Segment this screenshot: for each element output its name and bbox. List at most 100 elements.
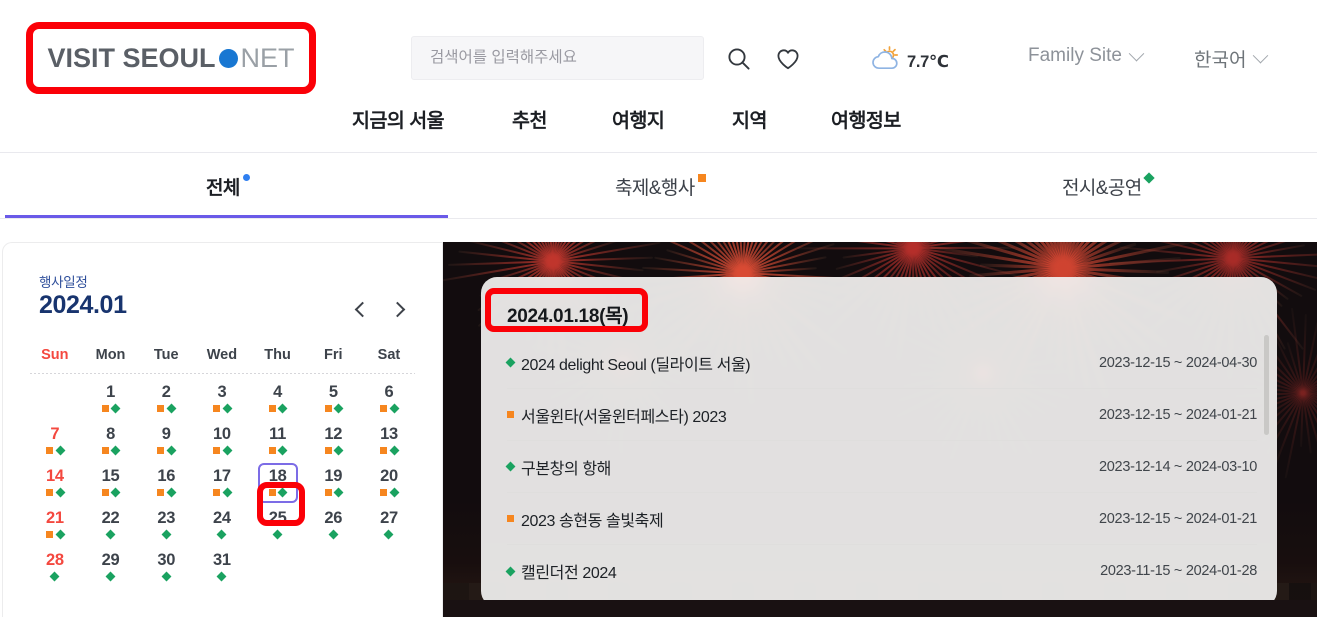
exhibition-marker-icon	[105, 571, 116, 581]
calendar-day-28[interactable]: 28	[27, 551, 83, 593]
nav-item-1[interactable]: 추천	[512, 104, 547, 133]
tab-0[interactable]: 전체	[206, 173, 250, 200]
exhibition-marker-icon	[110, 445, 121, 455]
tab-1[interactable]: 축제&행사	[615, 173, 706, 200]
calendar-day-7[interactable]: 7	[27, 425, 83, 467]
nav-item-4[interactable]: 여행정보	[831, 104, 901, 133]
calendar-day-11[interactable]: 11	[250, 425, 306, 467]
exhibition-marker-icon	[333, 487, 344, 497]
event-row[interactable]: 서울윈타(서울윈터페스타) 2023 2023-12-15 ~ 2024-01-2…	[507, 389, 1257, 441]
event-period: 2023-12-15 ~ 2024-01-21	[1099, 406, 1257, 423]
day-number: 29	[101, 551, 120, 569]
calendar-day-16[interactable]: 16	[138, 467, 194, 509]
calendar-day-empty	[250, 551, 306, 593]
partly-cloudy-icon	[870, 45, 900, 78]
calendar-next-month-button[interactable]	[388, 299, 410, 321]
exhibition-marker-icon	[389, 445, 400, 455]
day-event-markers	[157, 445, 177, 455]
family-site-dropdown[interactable]: Family Site	[1028, 45, 1145, 67]
day-event-markers	[380, 403, 400, 413]
weekday-wed: Wed	[206, 347, 238, 363]
nav-item-0[interactable]: 지금의 서울	[352, 104, 445, 133]
calendar-day-12[interactable]: 12	[305, 425, 361, 467]
calendar-prev-month-button[interactable]	[351, 299, 373, 321]
day-number: 30	[157, 551, 176, 569]
calendar-day-23[interactable]: 23	[138, 509, 194, 551]
day-number: 19	[324, 467, 343, 485]
calendar-weekday-divider	[30, 373, 415, 374]
exhibition-marker-icon	[222, 487, 233, 497]
day-event-markers	[268, 403, 288, 413]
calendar-week-row: 1 2 3 4 5 6	[27, 383, 417, 425]
calendar-day-13[interactable]: 13	[361, 425, 417, 467]
weekday-mon: Mon	[95, 347, 126, 363]
event-list-scrollbar[interactable]	[1264, 335, 1269, 597]
day-event-markers	[216, 571, 227, 581]
calendar-day-29[interactable]: 29	[83, 551, 139, 593]
event-title: 캘린더전 2024	[521, 565, 617, 582]
nav-item-3[interactable]: 지역	[732, 104, 767, 133]
event-row[interactable]: 구본창의 항해 2023-12-14 ~ 2024-03-10	[505, 441, 1257, 493]
marker-shape	[505, 357, 516, 368]
day-number: 14	[45, 467, 64, 485]
exhibition-marker-icon	[216, 571, 227, 581]
exhibition-marker-icon	[55, 487, 66, 497]
site-logo[interactable]: VISIT SEOUL NET	[47, 43, 294, 74]
exhibition-marker-icon	[277, 403, 288, 413]
calendar-day-10[interactable]: 10	[194, 425, 250, 467]
festival-marker-icon	[380, 488, 388, 496]
exhibition-marker-icon	[505, 357, 521, 368]
day-event-markers	[384, 529, 394, 539]
exhibition-marker-icon	[505, 566, 521, 576]
calendar-day-26[interactable]: 26	[305, 509, 361, 551]
day-number: 28	[45, 551, 64, 569]
weekday-sun: Sun	[41, 347, 69, 363]
tab-label: 전시&공연	[1062, 178, 1142, 199]
search-box[interactable]	[411, 36, 704, 80]
day-number: 18	[268, 467, 287, 485]
search-icon[interactable]	[726, 46, 752, 77]
calendar-day-25[interactable]: 25	[250, 509, 306, 551]
calendar-day-27[interactable]: 27	[361, 509, 417, 551]
tabs-baseline	[0, 218, 1317, 219]
heart-icon[interactable]	[775, 46, 801, 77]
day-number: 5	[328, 383, 338, 401]
festival-marker-icon	[324, 488, 332, 496]
calendar-day-4[interactable]: 4	[250, 383, 306, 425]
calendar-day-19[interactable]: 19	[305, 467, 361, 509]
event-row[interactable]: 2024 delight Seoul (딜라이트 서울) 2023-12-15 ~…	[505, 337, 1257, 389]
calendar-day-18[interactable]: 18	[250, 463, 306, 509]
tab-2[interactable]: 전시&공연	[1062, 172, 1155, 200]
exhibition-marker-icon	[222, 445, 233, 455]
event-title: 구본창의 항해	[521, 460, 611, 478]
day-event-markers	[328, 529, 339, 539]
calendar-day-21[interactable]: 21	[27, 509, 83, 551]
day-event-markers	[324, 403, 344, 413]
calendar-day-24[interactable]: 24	[194, 509, 250, 551]
event-panel-area: 2024.01.18(목) 2024 delight Seoul (딜라이트 서…	[443, 242, 1317, 617]
calendar-day-22[interactable]: 22	[83, 509, 139, 551]
calendar-day-15[interactable]: 15	[83, 467, 139, 509]
calendar-day-20[interactable]: 20	[361, 467, 417, 509]
calendar-day-5[interactable]: 5	[305, 383, 361, 425]
calendar-day-3[interactable]: 3	[194, 383, 250, 425]
calendar-day-9[interactable]: 9	[138, 425, 194, 467]
calendar-day-31[interactable]: 31	[194, 551, 250, 593]
calendar-day-empty	[305, 551, 361, 593]
calendar-day-1[interactable]: 1	[83, 383, 139, 425]
language-dropdown[interactable]: 한국어	[1194, 45, 1269, 72]
calendar-day-6[interactable]: 6	[361, 383, 417, 425]
calendar-day-14[interactable]: 14	[27, 467, 83, 509]
calendar-day-8[interactable]: 8	[83, 425, 139, 467]
festival-marker-icon	[101, 404, 109, 412]
festival-marker-icon	[268, 446, 276, 454]
calendar-day-17[interactable]: 17	[194, 467, 250, 509]
event-row[interactable]: 캘린더전 2024 2023-11-15 ~ 2024-01-28	[505, 545, 1257, 597]
search-input[interactable]	[430, 49, 703, 67]
calendar-day-2[interactable]: 2	[138, 383, 194, 425]
tab-badge-square-icon	[697, 174, 706, 182]
event-list-scroll-thumb[interactable]	[1264, 335, 1269, 435]
event-row[interactable]: 2023 송현동 솔빛축제 2023-12-15 ~ 2024-01-21	[507, 493, 1257, 545]
nav-item-2[interactable]: 여행지	[612, 104, 665, 133]
calendar-day-30[interactable]: 30	[138, 551, 194, 593]
